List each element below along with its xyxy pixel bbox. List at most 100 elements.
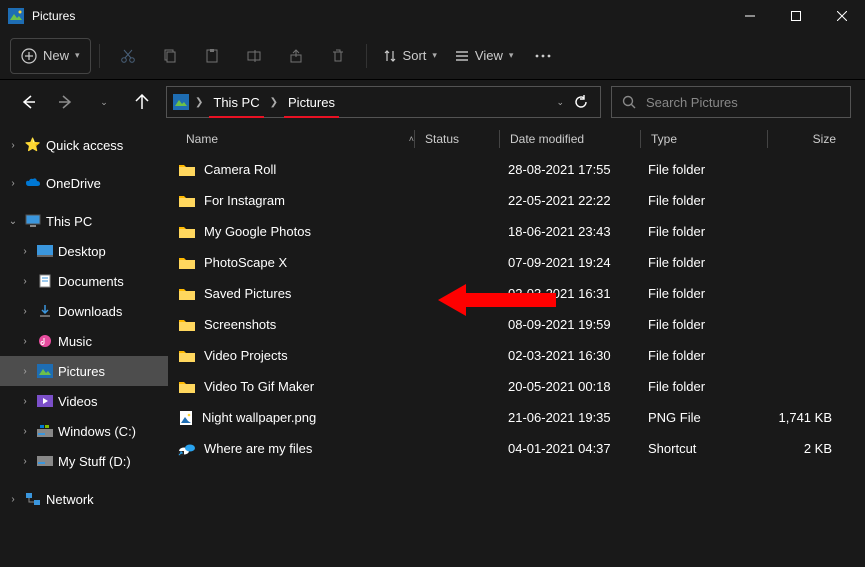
chevron-right-icon[interactable]: › — [18, 246, 32, 257]
desktop-icon — [36, 245, 54, 257]
sidebar-item-music[interactable]: ›Music — [0, 326, 168, 356]
chevron-right-icon[interactable]: ❯ — [268, 97, 280, 108]
file-date: 07-09-2021 19:24 — [498, 255, 638, 270]
cloud-icon — [24, 177, 42, 189]
share-button[interactable] — [276, 38, 316, 74]
sidebar-item-my-stuff-d[interactable]: ›My Stuff (D:) — [0, 446, 168, 476]
breadcrumb-pictures[interactable]: Pictures — [284, 93, 339, 112]
share-icon — [288, 48, 304, 64]
sidebar-item-this-pc[interactable]: ⌄This PC — [0, 206, 168, 236]
file-row[interactable]: Saved Pictures02-03-2021 16:31File folde… — [168, 278, 865, 309]
chevron-right-icon[interactable]: › — [18, 396, 32, 407]
chevron-right-icon[interactable]: › — [18, 306, 32, 317]
sidebar-item-network[interactable]: ›Network — [0, 484, 168, 514]
new-button[interactable]: New ▾ — [10, 38, 91, 74]
folder-icon — [178, 163, 196, 177]
minimize-button[interactable] — [727, 0, 773, 32]
chevron-right-icon[interactable]: › — [6, 494, 20, 505]
file-row[interactable]: Where are my files04-01-2021 04:37Shortc… — [168, 433, 865, 464]
close-button[interactable] — [819, 0, 865, 32]
file-size: 1,741 KB — [764, 410, 844, 425]
maximize-button[interactable] — [773, 0, 819, 32]
file-type: File folder — [638, 286, 764, 301]
breadcrumb-this-pc[interactable]: This PC — [209, 93, 263, 112]
chevron-right-icon[interactable]: › — [18, 336, 32, 347]
paste-button[interactable] — [192, 38, 232, 74]
file-name: Video Projects — [204, 348, 288, 363]
sort-label: Sort — [403, 48, 427, 63]
chevron-down-icon[interactable]: ⌄ — [6, 216, 20, 227]
sidebar-item-windows-c[interactable]: › Windows (C:) — [0, 416, 168, 446]
refresh-icon — [574, 95, 588, 109]
delete-icon — [330, 48, 346, 64]
address-dropdown[interactable]: ⌄ — [556, 97, 564, 108]
chevron-right-icon[interactable]: › — [18, 456, 32, 467]
up-button[interactable] — [128, 88, 156, 116]
sort-button[interactable]: Sort ▾ — [375, 38, 445, 74]
divider — [366, 44, 367, 68]
music-icon — [36, 334, 54, 348]
file-row[interactable]: Screenshots08-09-2021 19:59File folder — [168, 309, 865, 340]
arrow-up-icon — [134, 94, 150, 110]
file-row[interactable]: Video Projects02-03-2021 16:30File folde… — [168, 340, 865, 371]
sidebar-item-onedrive[interactable]: ›OneDrive — [0, 168, 168, 198]
sidebar-label: Windows (C:) — [58, 424, 136, 439]
sidebar-item-desktop[interactable]: ›Desktop — [0, 236, 168, 266]
file-date: 28-08-2021 17:55 — [498, 162, 638, 177]
file-row[interactable]: My Google Photos18-06-2021 23:43File fol… — [168, 216, 865, 247]
delete-button[interactable] — [318, 38, 358, 74]
app-icon — [8, 8, 24, 24]
file-type: Shortcut — [638, 441, 764, 456]
refresh-button[interactable] — [574, 95, 588, 109]
chevron-right-icon[interactable]: › — [6, 140, 20, 151]
sidebar-label: Downloads — [58, 304, 122, 319]
sidebar-item-quick-access[interactable]: ›⭐Quick access — [0, 130, 168, 160]
view-icon — [455, 49, 469, 63]
cut-button[interactable] — [108, 38, 148, 74]
file-row[interactable]: PhotoScape X07-09-2021 19:24File folder — [168, 247, 865, 278]
copy-button[interactable] — [150, 38, 190, 74]
sidebar: ›⭐Quick access ›OneDrive ⌄This PC ›Deskt… — [0, 124, 168, 567]
chevron-right-icon[interactable]: › — [18, 276, 32, 287]
chevron-right-icon[interactable]: › — [6, 178, 20, 189]
sidebar-item-documents[interactable]: ›Documents — [0, 266, 168, 296]
new-label: New — [43, 48, 69, 63]
file-name: Screenshots — [204, 317, 276, 332]
sidebar-item-videos[interactable]: ›Videos — [0, 386, 168, 416]
column-type[interactable]: Type — [641, 132, 767, 146]
file-name: Saved Pictures — [204, 286, 291, 301]
network-icon — [24, 492, 42, 506]
search-box[interactable] — [611, 86, 851, 118]
back-button[interactable] — [14, 88, 42, 116]
column-size[interactable]: Size — [768, 132, 848, 146]
search-input[interactable] — [646, 95, 840, 110]
recent-button[interactable]: ⌄ — [90, 88, 118, 116]
pc-icon — [24, 214, 42, 228]
file-date: 22-05-2021 22:22 — [498, 193, 638, 208]
column-name[interactable]: Name˄ — [168, 132, 414, 146]
file-row[interactable]: For Instagram22-05-2021 22:22File folder — [168, 185, 865, 216]
more-button[interactable] — [523, 38, 563, 74]
chevron-right-icon[interactable]: ❯ — [193, 97, 205, 108]
divider — [99, 44, 100, 68]
file-row[interactable]: Camera Roll28-08-2021 17:55File folder — [168, 154, 865, 185]
chevron-down-icon: ⌄ — [100, 97, 108, 108]
address-bar[interactable]: ❯ This PC ❯ Pictures ⌄ — [166, 86, 601, 118]
documents-icon — [36, 274, 54, 288]
sidebar-item-downloads[interactable]: › Downloads — [0, 296, 168, 326]
location-icon — [173, 94, 189, 110]
file-size: 2 KB — [764, 441, 844, 456]
sidebar-item-pictures[interactable]: ›Pictures — [0, 356, 168, 386]
view-button[interactable]: View ▾ — [447, 38, 521, 74]
chevron-right-icon[interactable]: › — [18, 366, 32, 377]
file-row[interactable]: Video To Gif Maker20-05-2021 00:18File f… — [168, 371, 865, 402]
title-bar: Pictures — [0, 0, 865, 32]
column-date[interactable]: Date modified — [500, 132, 640, 146]
column-status[interactable]: Status — [415, 132, 499, 146]
file-row[interactable]: Night wallpaper.png21-06-2021 19:35PNG F… — [168, 402, 865, 433]
chevron-right-icon[interactable]: › — [18, 426, 32, 437]
rename-button[interactable] — [234, 38, 274, 74]
file-type: File folder — [638, 162, 764, 177]
forward-button[interactable] — [52, 88, 80, 116]
arrow-left-icon — [20, 94, 36, 110]
